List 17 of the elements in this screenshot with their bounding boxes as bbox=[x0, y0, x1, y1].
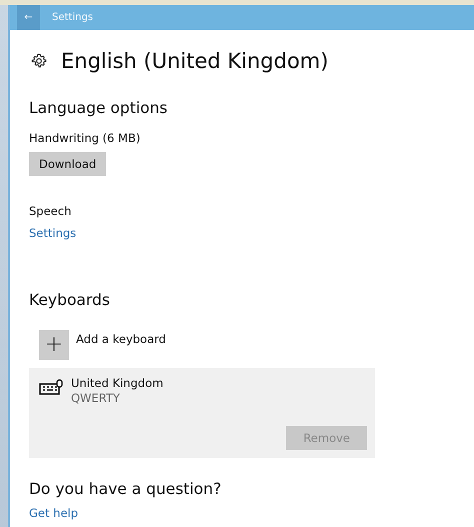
section-heading: Language options bbox=[29, 99, 168, 117]
page-heading: English (United Kingdom) bbox=[61, 49, 328, 73]
back-button[interactable]: ← bbox=[17, 5, 40, 30]
download-button[interactable]: Download bbox=[29, 152, 106, 176]
add-keyboard-label: Add a keyboard bbox=[76, 332, 166, 346]
get-help-link[interactable]: Get help bbox=[29, 506, 78, 520]
section-heading: Do you have a question? bbox=[29, 480, 222, 498]
settings-icon bbox=[31, 53, 47, 69]
keyboard-layout: QWERTY bbox=[71, 391, 121, 405]
section-heading: Keyboards bbox=[29, 291, 110, 309]
window-title: Settings bbox=[52, 12, 94, 23]
settings-link[interactable]: Settings bbox=[29, 226, 76, 240]
add-button[interactable]: + bbox=[39, 330, 69, 360]
keyboard-name: United Kingdom bbox=[71, 376, 164, 390]
speech-label: Speech bbox=[29, 204, 72, 218]
keyboard-icon bbox=[39, 379, 63, 395]
handwriting-label: Handwriting (6 MB) bbox=[29, 131, 140, 145]
